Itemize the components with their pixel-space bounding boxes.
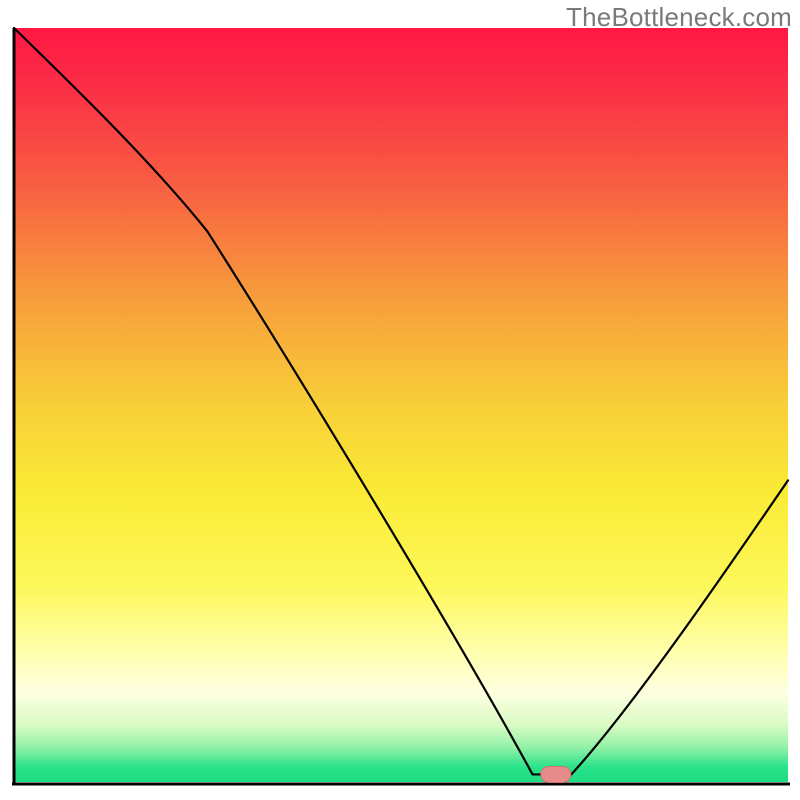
chart-container: TheBottleneck.com — [0, 0, 800, 800]
bottleneck-chart — [0, 0, 800, 800]
optimal-point-marker — [541, 766, 571, 782]
chart-background — [14, 28, 788, 782]
